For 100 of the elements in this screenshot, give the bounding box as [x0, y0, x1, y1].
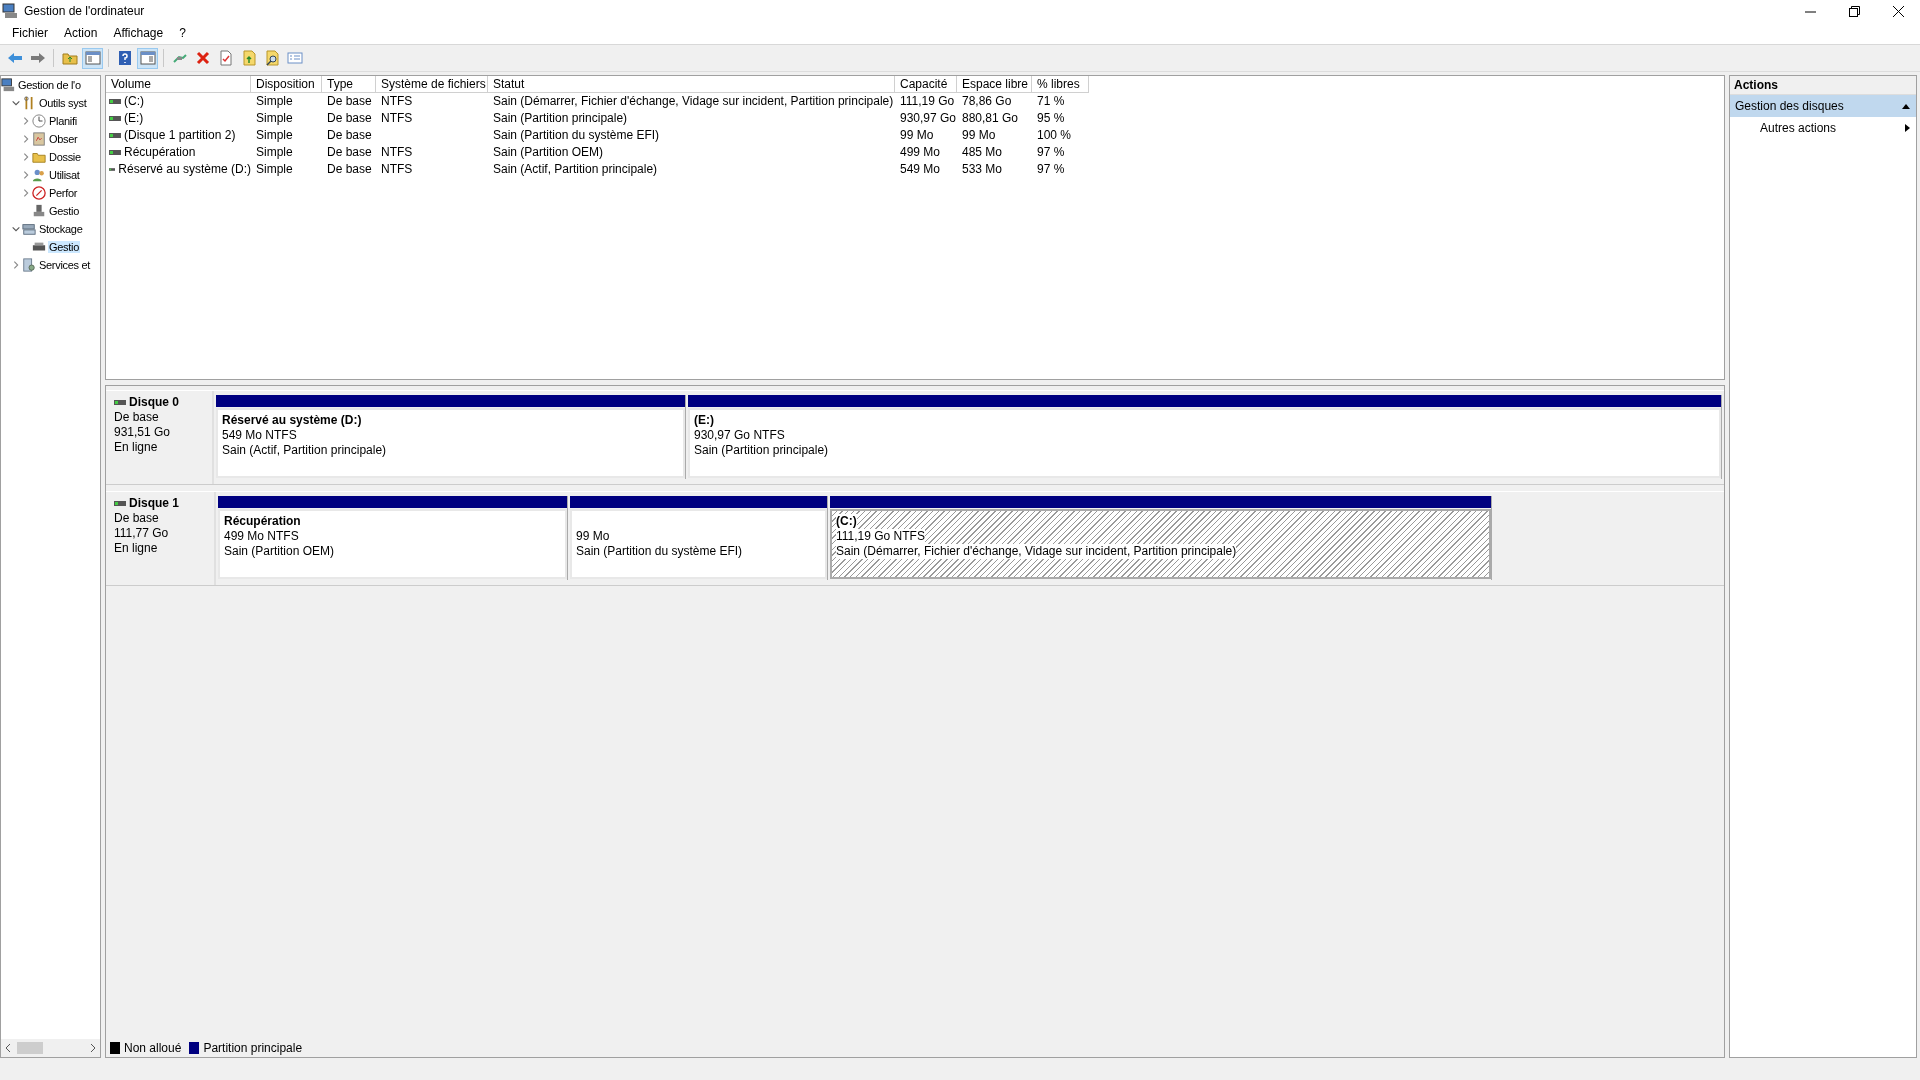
disk-status: En ligne — [114, 541, 159, 556]
folder-icon — [32, 150, 46, 164]
table-cell-text: Sain (Partition du système EFI) — [492, 127, 661, 144]
expand-caret-icon[interactable] — [21, 188, 31, 198]
volume-icon — [109, 116, 121, 121]
folder-icon — [240, 50, 257, 66]
tree-item[interactable]: Perfor — [48, 187, 79, 199]
partition-status: Sain (Actif, Partition principale) — [222, 443, 387, 458]
tree-item[interactable]: Obser — [48, 133, 79, 145]
column-header[interactable]: Disposition — [251, 76, 322, 93]
table-cell-text: 880,81 Go — [961, 110, 1020, 127]
table-cell-text: 111,19 Go — [899, 93, 956, 110]
disk-type: De base — [114, 511, 160, 526]
column-header[interactable]: Type — [322, 76, 376, 93]
expand-caret-icon[interactable] — [21, 134, 31, 144]
column-header[interactable]: Statut — [488, 76, 895, 93]
help-icon — [116, 50, 133, 66]
table-cell-text: Sain (Actif, Partition principale) — [492, 161, 659, 178]
disk-drive-icon — [32, 240, 46, 254]
folder-icon — [61, 50, 78, 66]
action-item[interactable]: Autres actions — [1730, 117, 1916, 139]
partition-block[interactable]: Réservé au système (D:) 549 Mo NTFS Sain (Actif, Partition principale) — [216, 408, 685, 478]
table-cell-text: NTFS — [380, 93, 414, 110]
partition-block[interactable]: 99 Mo Sain (Partition du système EFI) — [570, 509, 827, 579]
volume-icon — [109, 99, 121, 104]
actions-header: Actions — [1730, 76, 1916, 95]
scrollbar-thumb[interactable] — [17, 1042, 43, 1054]
partition-block[interactable]: Récupération 499 Mo NTFS Sain (Partition OEM) — [218, 509, 567, 579]
partition-size: 99 Mo — [576, 529, 610, 544]
panel-icon — [84, 50, 101, 66]
table-cell-text: 930,97 Go — [899, 110, 957, 127]
collapse-caret-icon[interactable] — [11, 98, 21, 108]
partition-size: 930,97 Go NTFS — [694, 428, 785, 443]
tree-item[interactable]: Utilisat — [48, 169, 81, 181]
tree-item[interactable]: Gestion de l'o — [17, 79, 82, 91]
table-cell-text: 97 % — [1036, 144, 1066, 161]
table-cell: (Disque 1 partition 2) — [124, 127, 236, 144]
table-cell-text: Simple — [255, 110, 294, 127]
partition-block[interactable]: (E:) 930,97 Go NTFS Sain (Partition principale) — [688, 408, 1721, 478]
partition-block[interactable]: (C:) 111,19 Go NTFS Sain (Démarrer, Fichier d'échange, Vidage sur incident, Partition principale) — [830, 509, 1491, 579]
tree-item[interactable]: Outils syst — [38, 97, 88, 109]
collapse-caret-icon[interactable] — [11, 224, 21, 234]
scroll-right-icon[interactable] — [90, 1044, 96, 1052]
partition-status: Sain (Démarrer, Fichier d'échange, Vidage sur incident, Partition principale) — [836, 544, 1237, 559]
table-cell-text: 549 Mo — [899, 161, 942, 178]
column-header[interactable]: % libres — [1032, 76, 1089, 93]
partition-status: Sain (Partition principale) — [694, 443, 829, 458]
tree-item[interactable]: Planifi — [48, 115, 78, 127]
panel-icon — [139, 50, 156, 66]
disk-status: En ligne — [114, 440, 159, 455]
tree-item[interactable]: Stockage — [38, 223, 84, 235]
tree-item[interactable]: Gestio — [48, 205, 80, 217]
tree-item[interactable]: Dossie — [48, 151, 82, 163]
partition-status: Sain (Partition du système EFI) — [576, 544, 743, 559]
volume-icon — [109, 150, 121, 155]
log-icon — [32, 132, 46, 146]
menu-item[interactable]: Action — [56, 26, 106, 40]
tree-item[interactable]: Gestio — [48, 241, 80, 253]
table-cell-text: 97 % — [1036, 161, 1066, 178]
disk-type: De base — [114, 410, 160, 425]
disk-name: Disque 0 — [129, 395, 179, 410]
table-cell-text: Simple — [255, 127, 294, 144]
delete-icon — [194, 50, 211, 66]
table-cell-text: 485 Mo — [961, 144, 1004, 161]
volume-icon — [109, 167, 116, 172]
gauge-icon — [32, 186, 46, 200]
column-header[interactable]: Système de fichiers — [376, 76, 488, 93]
menu-item[interactable]: Fichier — [4, 26, 56, 40]
scroll-left-icon[interactable] — [5, 1044, 11, 1052]
partition-name: (E:) — [694, 413, 714, 428]
column-header[interactable]: Capacité — [895, 76, 957, 93]
expand-caret-icon[interactable] — [11, 260, 21, 270]
table-cell-text: NTFS — [380, 144, 414, 161]
close-icon — [1892, 5, 1904, 17]
table-cell-text: Simple — [255, 93, 294, 110]
document-check-icon — [217, 50, 234, 66]
menu-item[interactable]: Affichage — [105, 26, 172, 40]
table-cell-text: De base — [326, 110, 373, 127]
tree-item[interactable]: Services et — [38, 259, 92, 271]
column-header[interactable]: Volume — [106, 76, 251, 93]
partition-name: Récupération — [224, 514, 301, 529]
restore-icon — [1848, 5, 1860, 17]
services-icon — [22, 258, 36, 272]
window-title: Gestion de l'ordinateur — [24, 4, 146, 18]
partition-name: (C:) — [836, 514, 857, 529]
table-cell-text: Sain (Démarrer, Fichier d'échange, Vidage sur incident, Partition principale) — [492, 93, 895, 110]
search-icon — [263, 50, 280, 66]
table-cell-text: NTFS — [380, 110, 414, 127]
expand-caret-icon[interactable] — [21, 170, 31, 180]
expand-caret-icon[interactable] — [21, 152, 31, 162]
users-icon — [32, 168, 46, 182]
menu-item[interactable]: ? — [171, 26, 194, 40]
table-cell-text: De base — [326, 127, 373, 144]
properties-icon — [286, 50, 303, 66]
tools-icon — [22, 96, 36, 110]
table-cell-text: De base — [326, 161, 373, 178]
expand-caret-icon[interactable] — [21, 116, 31, 126]
table-cell: Récupération — [124, 144, 196, 161]
collapse-triangle-icon[interactable] — [1902, 103, 1910, 109]
column-header[interactable]: Espace libre — [957, 76, 1032, 93]
